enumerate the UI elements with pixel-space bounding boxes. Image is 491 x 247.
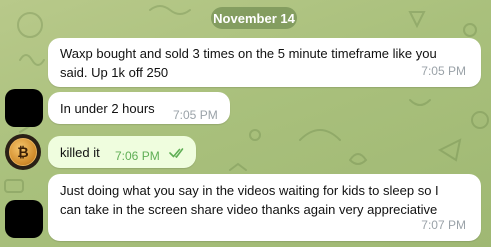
message-bubble[interactable]: Just doing what you say in the videos wa…: [48, 174, 481, 241]
message-text: Waxp bought and sold 3 times on the 5 mi…: [60, 46, 437, 80]
message-bubble[interactable]: In under 2 hours 7:05 PM: [48, 92, 230, 124]
message-time: 7:05 PM: [173, 108, 218, 122]
message-text: killed it: [60, 145, 100, 160]
bitcoin-coin-icon: ₿: [9, 138, 37, 166]
message-time: 7:06 PM: [115, 149, 160, 163]
read-double-check-icon: [169, 148, 184, 158]
message-text: Just doing what you say in the videos wa…: [60, 183, 439, 217]
avatar[interactable]: ₿: [5, 134, 41, 170]
message-bubble[interactable]: killed it 7:06 PM: [48, 136, 196, 168]
message-time: 7:05 PM: [421, 64, 466, 78]
avatar[interactable]: [5, 89, 43, 127]
avatar[interactable]: [5, 200, 43, 238]
message-text: In under 2 hours: [60, 101, 155, 116]
message-bubble[interactable]: Waxp bought and sold 3 times on the 5 mi…: [48, 38, 481, 87]
message-time: 7:07 PM: [421, 218, 466, 232]
date-separator: November 14: [211, 7, 297, 29]
